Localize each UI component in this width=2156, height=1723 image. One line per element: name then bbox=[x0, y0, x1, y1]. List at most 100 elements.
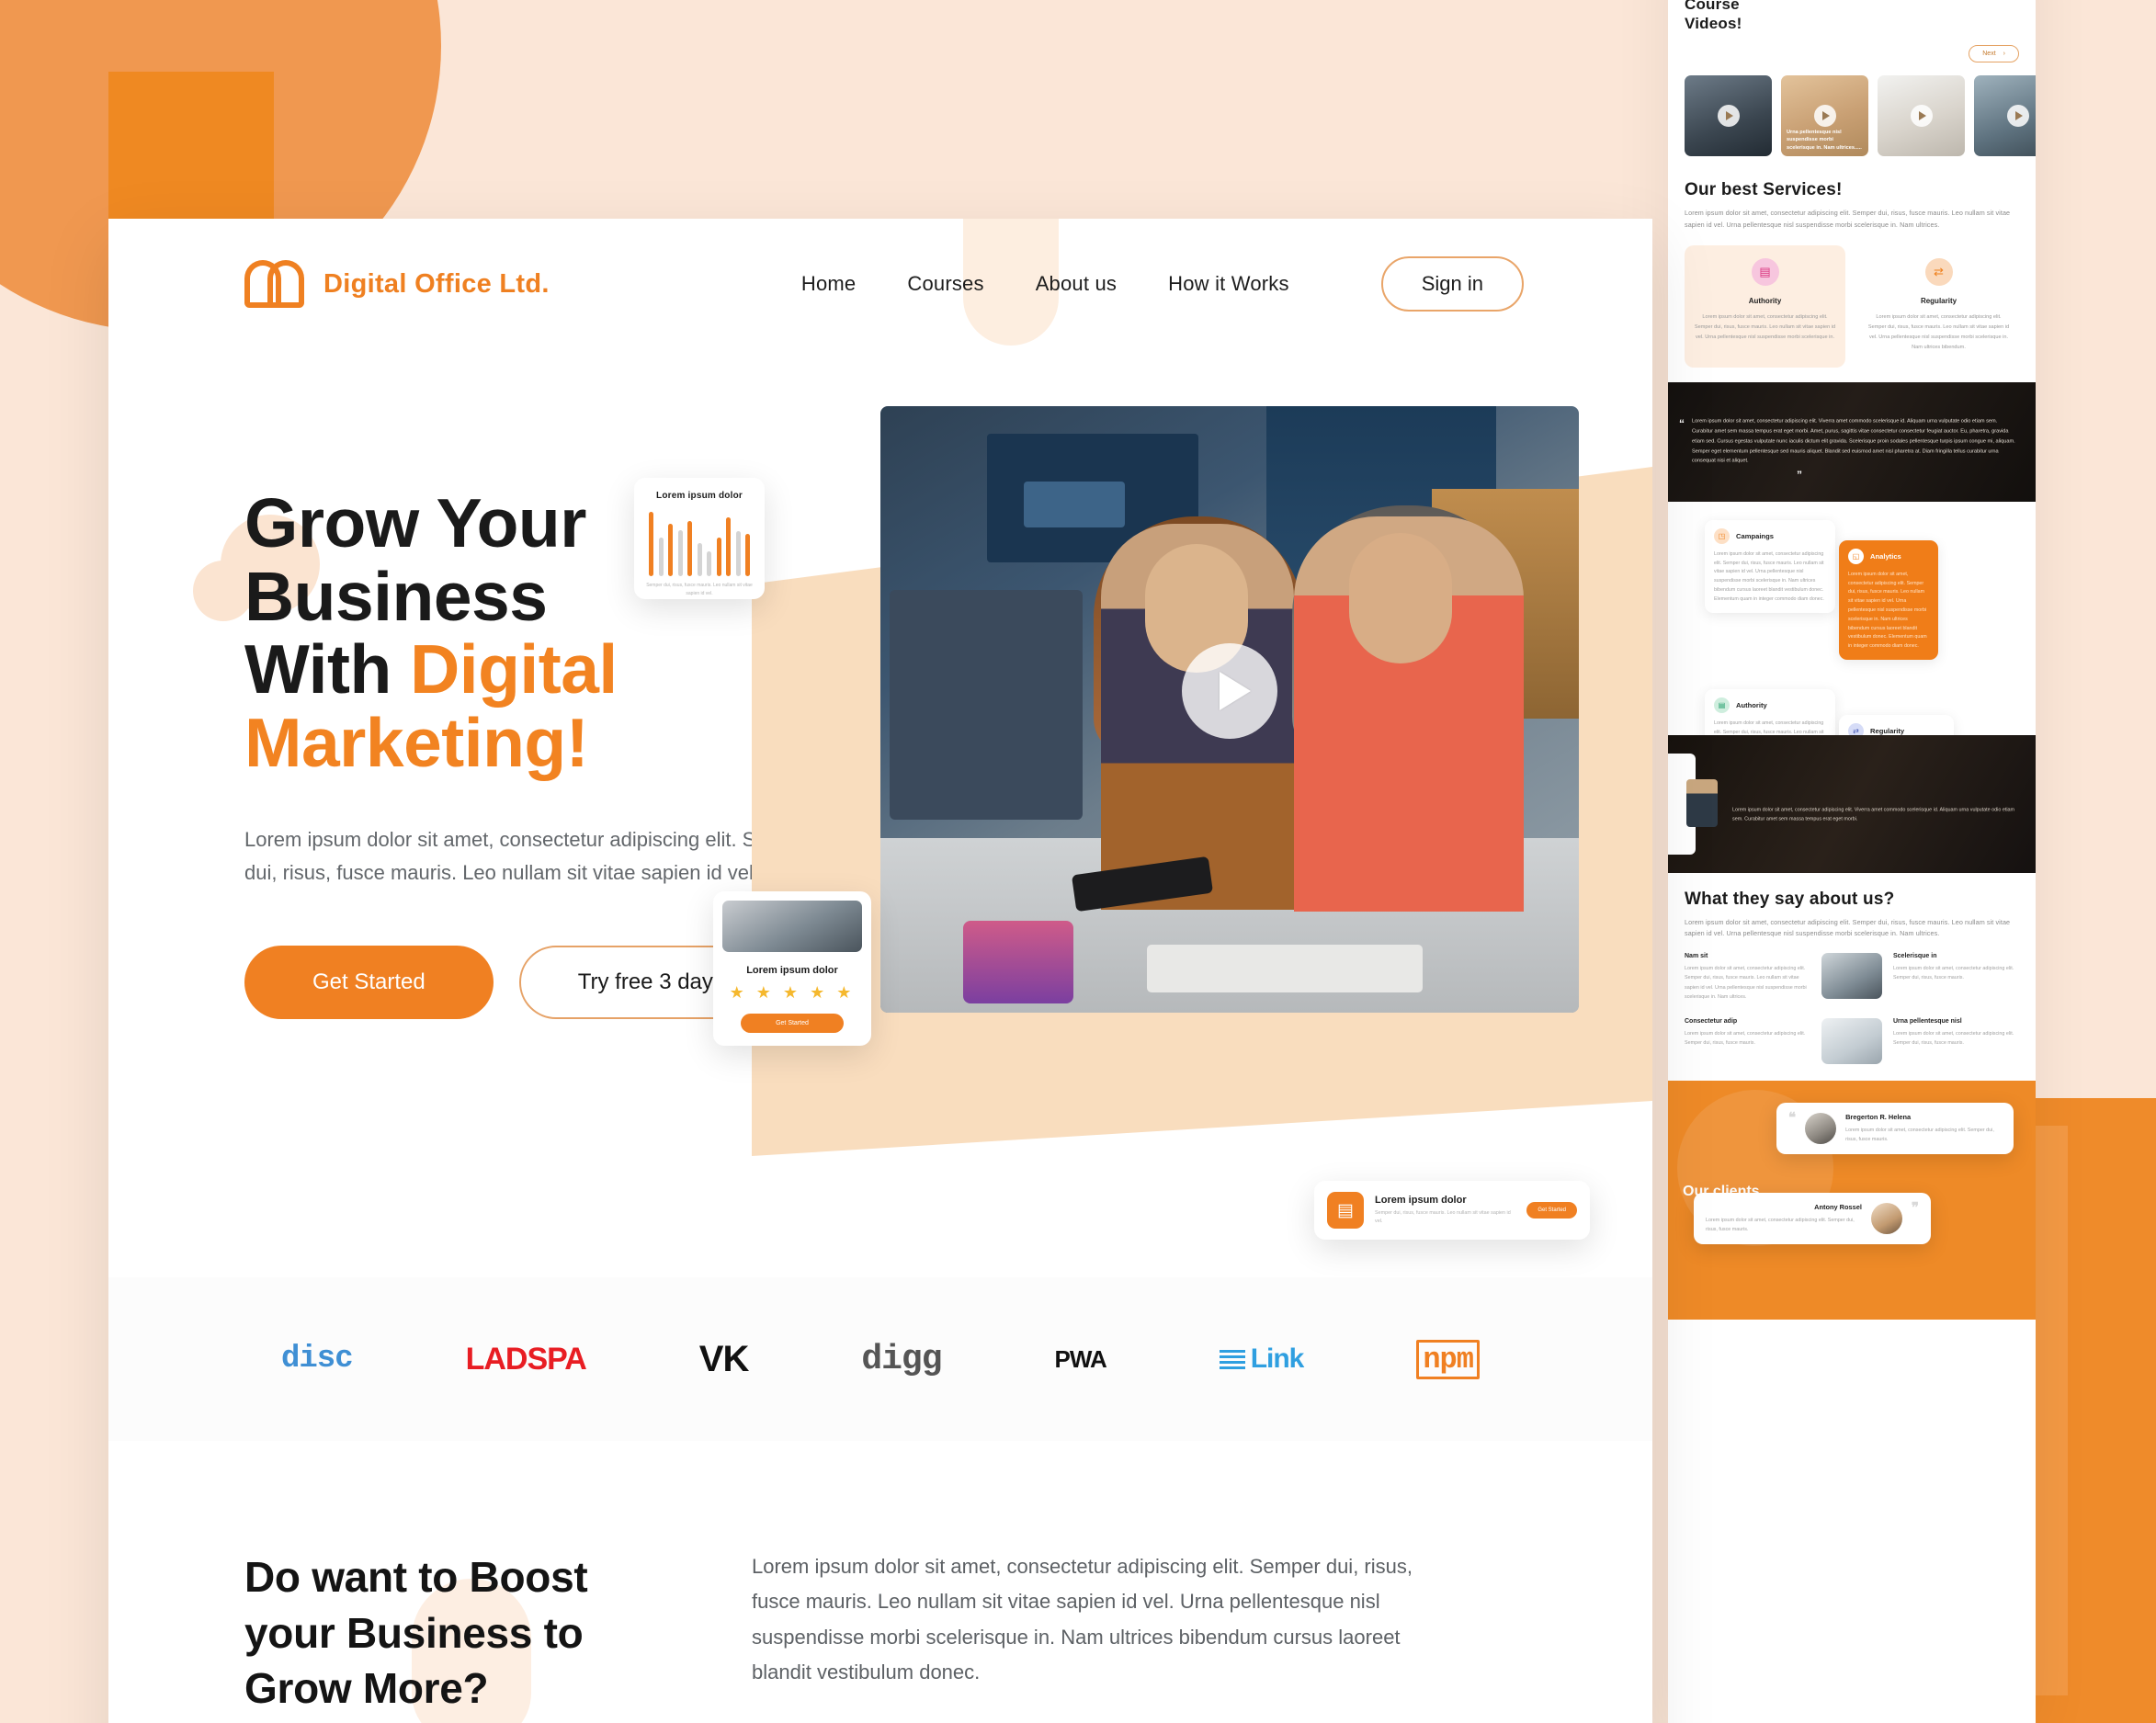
play-icon[interactable] bbox=[1813, 105, 1836, 127]
bar bbox=[726, 516, 731, 576]
decor-square-orange bbox=[108, 72, 274, 237]
brand-logo-vk[interactable]: VK bbox=[699, 1339, 750, 1380]
brand-logo[interactable]: Digital Office Ltd. bbox=[244, 260, 550, 308]
testimonial-item: Consectetur adip Lorem ipsum dolor sit a… bbox=[1685, 1018, 2019, 1065]
site-header: Digital Office Ltd. Home Courses About u… bbox=[108, 219, 1652, 349]
brand-logo-npm[interactable]: npm bbox=[1416, 1339, 1480, 1379]
video-thumb[interactable]: Urna pellentesque nisl suspendisse morbi… bbox=[1781, 75, 1868, 156]
floating-certificate-card[interactable]: ▤ Lorem ipsum dolor Semper dui, risus, f… bbox=[1314, 1181, 1590, 1240]
videos-next-button[interactable]: Next › bbox=[1969, 45, 2019, 62]
videos-heading: Check some Best of our Course Videos! bbox=[1685, 0, 1742, 33]
review-card-button[interactable]: Get Started bbox=[741, 1014, 844, 1033]
hero-paragraph: Lorem ipsum dolor sit amet, consectetur … bbox=[244, 828, 813, 884]
screenshot-stage: Check some Best of our Course Videos! Lo… bbox=[0, 0, 2156, 1723]
service-card-text: Lorem ipsum dolor sit amet, consectetur … bbox=[1867, 314, 2010, 350]
bar bbox=[716, 538, 721, 576]
decor-photo-monitor bbox=[890, 590, 1083, 820]
service-card-regularity[interactable]: ⇄ Regularity Lorem ipsum dolor sit amet,… bbox=[1858, 245, 2019, 368]
preview-videos-section: Check some Best of our Course Videos! Lo… bbox=[1668, 0, 2036, 156]
testimonial-title: Scelerisque in bbox=[1893, 953, 1937, 959]
logo-icon bbox=[244, 260, 307, 308]
video-thumb[interactable] bbox=[1685, 75, 1772, 156]
service-card-title: Authority bbox=[1748, 297, 1782, 306]
feature-card-title: Regularity bbox=[1870, 726, 1905, 735]
bar-chart bbox=[645, 512, 754, 576]
hero-heading-line-1: Grow Your bbox=[244, 484, 586, 561]
feature-card-title: Authority bbox=[1736, 700, 1767, 709]
testimonial-title: Urna pellentesque nisl bbox=[1893, 1018, 1962, 1026]
video-thumb[interactable] bbox=[1878, 75, 1965, 156]
nav-item-courses[interactable]: Courses bbox=[907, 272, 983, 296]
brand-name: Digital Office Ltd. bbox=[323, 268, 550, 299]
services-heading: Our best Services! bbox=[1685, 180, 1843, 199]
certificate-card-subtitle: Semper dui, risus, fusce mauris. Leo nul… bbox=[1375, 1209, 1511, 1224]
decor-person-figure bbox=[1686, 778, 1718, 827]
services-card-list: ▤ Authority Lorem ipsum dolor sit amet, … bbox=[1685, 245, 2019, 368]
testimonial-text: Lorem ipsum dolor sit amet, consectetur … bbox=[1685, 966, 1807, 1000]
nav-item-how-it-works[interactable]: How it Works bbox=[1168, 272, 1289, 296]
hero-visual: Lorem ipsum dolor Semper dui, risus, fus… bbox=[634, 349, 1652, 1404]
testimonial-image bbox=[1821, 953, 1882, 999]
chart-card-title: Lorem ipsum dolor bbox=[656, 491, 743, 501]
quote-open-icon: ❝ bbox=[1788, 1110, 1797, 1127]
play-icon[interactable] bbox=[1910, 105, 1933, 127]
design-preview-panel: Check some Best of our Course Videos! Lo… bbox=[1668, 0, 2036, 1723]
rating-stars: ★ ★ ★ ★ ★ bbox=[729, 983, 856, 1002]
preview-feature-cards-section: ◳ Campaings Lorem ipsum dolor sit amet, … bbox=[1668, 515, 2036, 808]
feature-card-text: Lorem ipsum dolor sit amet, consectetur … bbox=[1848, 571, 1927, 650]
authority-icon: ▤ bbox=[1751, 258, 1779, 287]
service-card-authority[interactable]: ▤ Authority Lorem ipsum dolor sit amet, … bbox=[1685, 245, 1845, 368]
chart-card-note: Semper dui, risus, fusce mauris. Leo nul… bbox=[646, 583, 753, 596]
feature-card-campaings[interactable]: ◳ Campaings Lorem ipsum dolor sit amet, … bbox=[1705, 519, 1835, 613]
feature-card-grid: ◳ Campaings Lorem ipsum dolor sit amet, … bbox=[1685, 515, 2019, 808]
chevron-right-icon: › bbox=[2003, 51, 2005, 57]
get-started-button[interactable]: Get Started bbox=[244, 946, 494, 1020]
certificate-card-title: Lorem ipsum dolor bbox=[1375, 1194, 1467, 1206]
play-video-icon[interactable] bbox=[1182, 643, 1277, 740]
floating-chart-card[interactable]: Lorem ipsum dolor Semper dui, risus, fus… bbox=[634, 478, 765, 599]
nav-item-home[interactable]: Home bbox=[801, 272, 857, 296]
preview-services-section: Our best Services! Lorem ipsum dolor sit… bbox=[1668, 156, 2036, 368]
hero-heading-line-3-plain: With bbox=[244, 630, 411, 708]
services-paragraph: Lorem ipsum dolor sit amet, consectetur … bbox=[1685, 209, 2011, 229]
client-quote-card[interactable]: Antony Rossel Lorem ipsum dolor sit amet… bbox=[1694, 1193, 1931, 1245]
client-quote-text: Lorem ipsum dolor sit amet, consectetur … bbox=[1845, 1128, 1994, 1143]
brand-logo-digg[interactable]: digg bbox=[861, 1340, 942, 1379]
quote-close-icon: ” bbox=[1797, 468, 1802, 482]
bar bbox=[735, 531, 741, 576]
certificate-card-button[interactable]: Get Started bbox=[1526, 1202, 1577, 1219]
testimonial-text: Lorem ipsum dolor sit amet, consectetur … bbox=[1893, 966, 2014, 981]
bar bbox=[745, 533, 750, 576]
brand-logo-strip: disc LADSPA VK digg PWA Link npm bbox=[108, 1277, 1652, 1441]
client-quote-card[interactable]: ❝ Bregerton R. Helena Lorem ipsum dolor … bbox=[1776, 1103, 2014, 1155]
decor-photo-supplies bbox=[963, 921, 1073, 1003]
testimonial-text: Lorem ipsum dolor sit amet, consectetur … bbox=[1685, 1031, 1806, 1047]
testimonials-heading: What they say about us? bbox=[1685, 889, 1895, 909]
brand-logo-ladspa[interactable]: LADSPA bbox=[466, 1342, 587, 1377]
bar bbox=[697, 542, 702, 576]
client-name: Bregerton R. Helena bbox=[1845, 1113, 1912, 1122]
play-icon[interactable] bbox=[1717, 105, 1740, 127]
sign-in-button[interactable]: Sign in bbox=[1380, 256, 1524, 312]
nav-item-about-us[interactable]: About us bbox=[1036, 272, 1117, 296]
hero-heading-line-2: Business bbox=[244, 557, 548, 635]
bar bbox=[658, 538, 664, 576]
avatar bbox=[1870, 1203, 1902, 1235]
video-thumb[interactable] bbox=[1974, 75, 2036, 156]
floating-review-card[interactable]: Lorem ipsum dolor ★ ★ ★ ★ ★ Get Started bbox=[713, 891, 871, 1046]
regularity-icon: ⇄ bbox=[1924, 258, 1953, 287]
brand-logo-link[interactable]: Link bbox=[1219, 1343, 1304, 1375]
feature-card-title: Analytics bbox=[1870, 551, 1901, 561]
testimonial-list: Nam sit Lorem ipsum dolor sit amet, cons… bbox=[1685, 953, 2019, 1065]
authority-icon: ▤ bbox=[1714, 697, 1730, 713]
brand-logo-disc[interactable]: disc bbox=[281, 1342, 354, 1377]
decor-photo-person-b-face bbox=[1349, 533, 1452, 663]
hero-section: Grow Your Business With Digital Marketin… bbox=[108, 349, 1652, 1404]
testimonial-title: Consectetur adip bbox=[1685, 1018, 1738, 1026]
play-icon[interactable] bbox=[2006, 105, 2029, 127]
brand-logo-pwa[interactable]: PWA bbox=[1055, 1345, 1107, 1374]
hero-video-thumbnail[interactable] bbox=[880, 406, 1579, 1013]
testimonial-item: Nam sit Lorem ipsum dolor sit amet, cons… bbox=[1685, 953, 2019, 1002]
feature-card-analytics[interactable]: ◱ Analytics Lorem ipsum dolor sit amet, … bbox=[1839, 539, 1938, 660]
analytics-icon: ◱ bbox=[1848, 548, 1864, 564]
